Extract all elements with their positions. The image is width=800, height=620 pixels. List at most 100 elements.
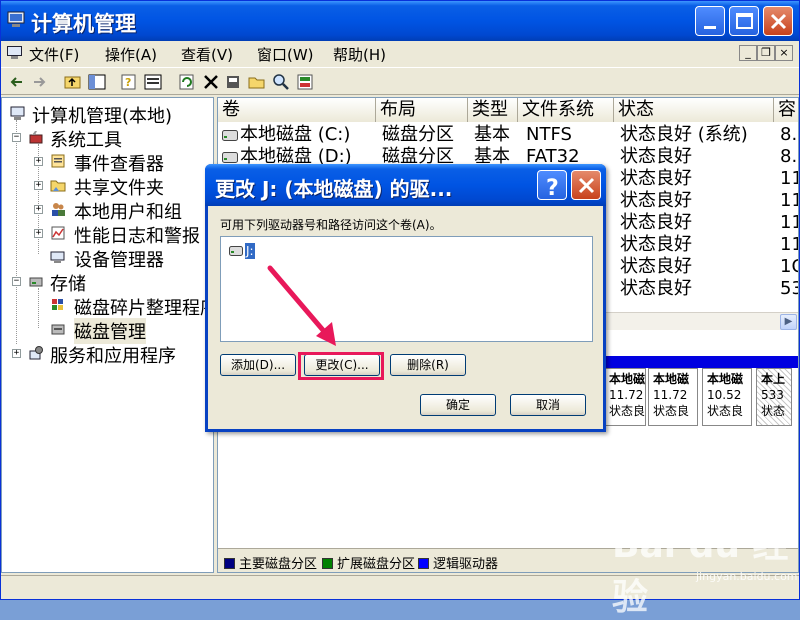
column-filesystem[interactable]: 文件系统 xyxy=(518,98,614,122)
refresh-icon[interactable] xyxy=(177,72,197,92)
tree-node-local-users[interactable]: + 本地用户和组 xyxy=(2,198,212,223)
cell-layout: 磁盘分区 xyxy=(382,124,454,145)
drive-icon xyxy=(229,246,243,256)
menu-action[interactable]: 操作(A) xyxy=(105,44,157,65)
maximize-button[interactable] xyxy=(729,6,759,36)
column-volume[interactable]: 卷 xyxy=(218,98,376,122)
cell-status: 状态良好 xyxy=(620,190,692,211)
search-icon[interactable] xyxy=(271,72,291,92)
cell-capacity: 1C xyxy=(780,256,798,277)
expand-icon[interactable]: + xyxy=(34,205,43,214)
tree-label: 设备管理器 xyxy=(74,250,164,271)
expand-icon[interactable]: + xyxy=(34,229,43,238)
remove-button[interactable]: 删除(R) xyxy=(390,354,466,376)
menu-window[interactable]: 窗口(W) xyxy=(257,44,314,65)
help-icon[interactable] xyxy=(143,72,163,92)
export-icon[interactable] xyxy=(223,72,243,92)
delete-icon[interactable] xyxy=(201,72,221,92)
services-icon xyxy=(29,346,43,360)
menu-view[interactable]: 查看(V) xyxy=(181,44,233,65)
expand-icon[interactable]: + xyxy=(12,349,21,358)
tree-node-root[interactable]: 计算机管理(本地) xyxy=(6,102,213,127)
cell-status: 状态良好 xyxy=(620,146,692,167)
tree-node-shared-folders[interactable]: + 共享文件夹 xyxy=(2,174,212,199)
tree-node-perf-logs[interactable]: + 性能日志和警报 xyxy=(2,222,212,247)
menu-file[interactable]: 文件(F) xyxy=(29,44,79,65)
column-type[interactable]: 类型 xyxy=(468,98,518,122)
tree-node-services[interactable]: + 服务和应用程序 xyxy=(2,342,212,367)
watermark-logo: Bai du 经验 xyxy=(612,525,789,618)
mdi-minimize-button[interactable]: _ xyxy=(739,45,757,61)
column-capacity[interactable]: 容 xyxy=(774,98,798,122)
title-bar[interactable]: 计算机管理 xyxy=(1,1,799,41)
properties-icon[interactable]: ? xyxy=(119,72,139,92)
console-tree: 计算机管理(本地) − 系统工具 + 事件查看器 + 共享文件夹 + 本地用户和… xyxy=(1,97,214,573)
tree-node-storage[interactable]: − 存储 xyxy=(2,270,212,295)
forward-arrow-icon[interactable] xyxy=(29,72,49,92)
tree-node-event-viewer[interactable]: + 事件查看器 xyxy=(2,150,212,175)
event-viewer-icon xyxy=(51,154,65,168)
partition-block[interactable]: 本地磁 10.52 状态良 xyxy=(702,368,752,426)
list-item-label: J: xyxy=(245,243,255,259)
cell-status: 状态良好 (系统) xyxy=(620,124,748,145)
cell-status: 状态良好 xyxy=(620,212,692,233)
ok-button[interactable]: 确定 xyxy=(420,394,496,416)
tree-node-defrag[interactable]: 磁盘碎片整理程序 xyxy=(2,294,213,319)
close-button[interactable] xyxy=(763,6,793,36)
defrag-icon xyxy=(52,299,63,310)
partition-status: 状态良 xyxy=(653,404,690,418)
menu-help[interactable]: 帮助(H) xyxy=(333,44,386,65)
cell-type: 基本 xyxy=(474,124,510,145)
open-folder-icon[interactable] xyxy=(247,72,267,92)
mdi-restore-button[interactable]: ❐ xyxy=(757,45,775,61)
storage-icon xyxy=(29,277,43,287)
dialog-prompt: 可用下列驱动器号和路径访问这个卷(A)。 xyxy=(220,218,442,232)
up-folder-icon[interactable] xyxy=(63,72,83,92)
mdi-close-button[interactable]: × xyxy=(775,45,793,61)
partition-block[interactable]: 本地磁 11.72 状态良 xyxy=(604,368,646,426)
dialog-help-button[interactable]: ? xyxy=(537,170,567,201)
partition-block-selected[interactable]: 本上 533 状态 xyxy=(756,368,792,426)
cancel-button[interactable]: 取消 xyxy=(510,394,586,416)
dialog-close-button[interactable] xyxy=(571,170,601,200)
partition-name: 本地磁 xyxy=(653,372,690,386)
legend-extended: 扩展磁盘分区 xyxy=(322,553,415,572)
collapse-icon[interactable]: − xyxy=(12,277,21,286)
partition-block[interactable]: 本地磁 11.72 状态良 xyxy=(648,368,698,426)
back-arrow-icon[interactable] xyxy=(7,72,27,92)
table-row[interactable]: 本地磁盘 (C:) 磁盘分区 基本 NTFS 状态良好 (系统) 8. xyxy=(218,124,798,146)
column-status[interactable]: 状态 xyxy=(614,98,774,122)
device-manager-icon xyxy=(50,251,65,263)
partition-size: 10.52 xyxy=(707,388,742,402)
close-icon xyxy=(578,177,595,194)
tree-label: 性能日志和警报 xyxy=(74,226,200,247)
users-icon xyxy=(52,203,65,216)
cell-filesystem: NTFS xyxy=(526,124,572,145)
collapse-icon[interactable]: − xyxy=(12,133,21,142)
legend-swatch xyxy=(418,558,429,569)
maximize-icon xyxy=(736,13,753,29)
disk-properties-icon[interactable] xyxy=(295,72,315,92)
tree-node-system-tools[interactable]: − 系统工具 xyxy=(2,126,212,151)
expand-icon[interactable]: + xyxy=(34,181,43,190)
shared-folder-icon xyxy=(50,180,66,192)
column-layout[interactable]: 布局 xyxy=(376,98,468,122)
partition-size: 11.72 xyxy=(609,388,644,402)
tree-node-device-manager[interactable]: 设备管理器 xyxy=(2,246,212,271)
legend-swatch xyxy=(322,558,333,569)
dialog-title-bar[interactable]: 更改 J: (本地磁盘) 的驱... ? xyxy=(205,164,606,206)
computer-management-icon xyxy=(7,11,25,27)
svg-text:?: ? xyxy=(125,76,131,89)
legend-swatch xyxy=(224,558,235,569)
tree-node-disk-management[interactable]: 磁盘管理 xyxy=(2,318,212,344)
console-icon[interactable] xyxy=(7,46,23,60)
partition-status: 状态良 xyxy=(609,404,646,418)
partition-size: 533 xyxy=(761,388,784,402)
tree-label: 共享文件夹 xyxy=(74,178,164,199)
minimize-button[interactable] xyxy=(695,6,725,36)
tree-label: 服务和应用程序 xyxy=(50,346,176,367)
scroll-right-icon[interactable]: ▶ xyxy=(780,314,797,330)
cell-capacity: 11 xyxy=(780,234,798,255)
expand-icon[interactable]: + xyxy=(34,157,43,166)
show-hide-tree-icon[interactable] xyxy=(87,72,107,92)
